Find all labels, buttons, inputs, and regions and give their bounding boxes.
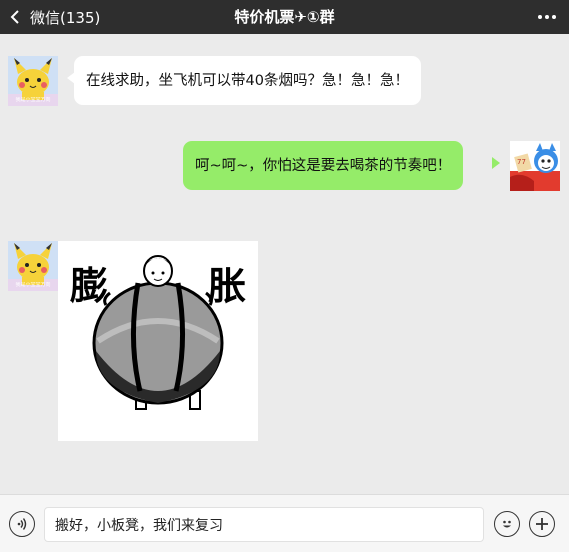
cartoon-avatar-icon: 77	[510, 141, 560, 191]
message-text: 呵~呵~，你怕这是要去喝茶的节奏吧！	[195, 157, 452, 174]
plus-icon	[536, 518, 548, 530]
input-bar: 搬好，小板凳，我们来复习	[0, 494, 569, 552]
sticker-message[interactable]: 膨 胀	[58, 241, 258, 441]
top-bar: 微信(135) 特价机票✈①群	[0, 0, 569, 34]
more-dots-icon	[538, 15, 556, 19]
message-input-value: 搬好，小板凳，我们来复习	[55, 517, 223, 534]
bubble-tail	[492, 157, 500, 169]
message-text: 在线求助，坐飞机可以带40条烟吗？急！急！急！	[86, 72, 409, 89]
svg-text:77: 77	[517, 158, 526, 166]
more-button[interactable]	[535, 9, 559, 25]
plus-button[interactable]	[529, 511, 555, 537]
message-bubble-self[interactable]: 呵~呵~，你怕这是要去喝茶的节奏吧！	[183, 141, 464, 190]
avatar-self[interactable]: 77	[510, 141, 560, 191]
emoji-icon	[503, 520, 511, 528]
avatar-other[interactable]: 我是小宝宝方向	[8, 56, 58, 106]
voice-button[interactable]	[9, 511, 35, 537]
avatar-caption: 我是小宝宝方向	[15, 282, 51, 288]
balloon-man-icon	[92, 255, 224, 410]
chat-title: 特价机票✈①群	[234, 8, 335, 26]
emoji-button[interactable]	[494, 511, 520, 537]
avatar-other[interactable]: 我是小宝宝方向	[8, 241, 58, 291]
message-input[interactable]: 搬好，小板凳，我们来复习	[44, 507, 484, 542]
avatar-caption: 我是小宝宝方向	[15, 97, 51, 103]
message-bubble-other[interactable]: 在线求助，坐飞机可以带40条烟吗？急！急！急！	[74, 56, 421, 105]
voice-icon	[17, 518, 27, 530]
